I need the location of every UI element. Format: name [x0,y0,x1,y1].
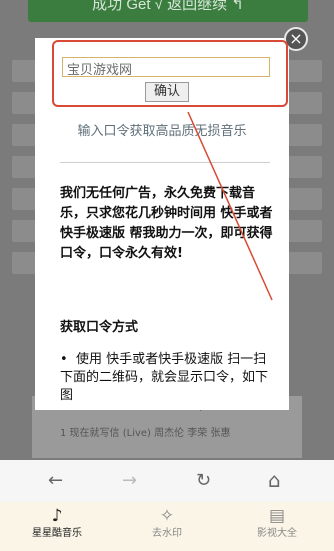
film-icon: ▤ [268,506,286,526]
tab-video[interactable]: ▤ 影视大全 [232,506,322,542]
modal-description: 我们无任何广告，永久免费下载音乐，只求您花几秒钟时间用 快手或者快手极速版 帮我… [60,186,273,261]
divider [60,162,270,163]
instruction-bullet: • 使用 快手或者快手极速版 扫一扫下面的二维码，就会显示口令，如下图 [60,352,269,403]
section-title: 获取口令方式 [60,320,139,335]
tab-label: 影视大全 [257,528,297,539]
bottom-tabbar: ♪ 星星酷音乐 ✧ 去水印 ▤ 影视大全 [0,502,334,551]
tab-label: 去水印 [152,528,182,539]
back-icon[interactable]: ← [48,470,63,491]
browser-navbar: ← → ↻ ⌂ [0,460,334,502]
magic-wand-icon: ✧ [159,506,175,526]
confirm-button[interactable]: 确认 [145,82,189,102]
tab-watermark[interactable]: ✧ 去水印 [122,506,212,542]
code-input[interactable]: 宝贝游戏网 [62,57,270,78]
tab-music[interactable]: ♪ 星星酷音乐 [12,506,102,542]
tab-label: 星星酷音乐 [32,528,82,539]
music-icon: ♪ [51,506,63,526]
return-button[interactable]: 成功 Get √ 返回继续 ↰ [28,0,308,22]
refresh-icon[interactable]: ↻ [196,470,211,491]
track-row[interactable]: 1 现在就写信 (Live) 周杰伦 李荣 张惠 [60,424,230,439]
modal-subtitle: 输入口令获取高品质无损音乐 [77,124,247,139]
home-icon[interactable]: ⌂ [268,468,281,492]
forward-icon[interactable]: → [122,470,137,491]
